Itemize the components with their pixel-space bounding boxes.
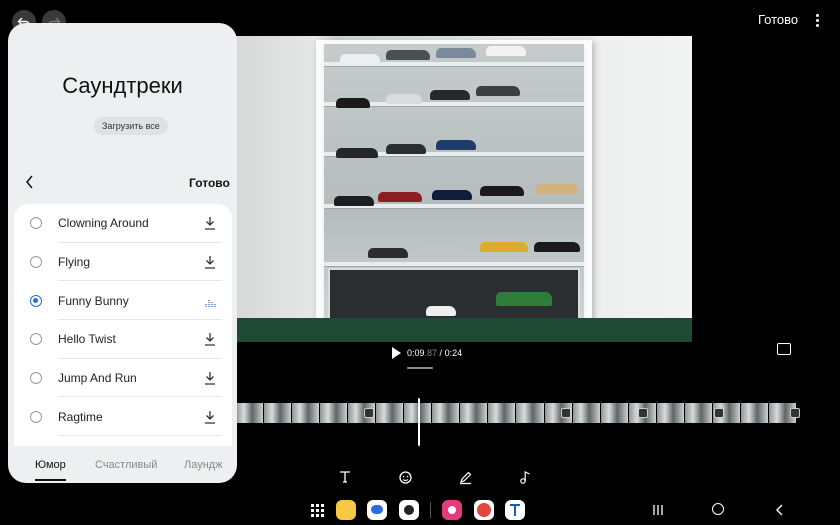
timeline-strip[interactable] [236, 403, 796, 423]
clip-seam-icon[interactable] [561, 408, 571, 418]
download-icon[interactable] [204, 371, 216, 385]
notes-app-icon[interactable] [336, 500, 356, 520]
track-name: Hello Twist [58, 332, 116, 347]
download-icon[interactable] [204, 255, 216, 269]
active-tab-indicator [35, 479, 66, 481]
tab-happy[interactable]: Счастливый [95, 459, 157, 471]
chevron-left-icon[interactable] [24, 175, 36, 189]
radio-button[interactable] [30, 333, 42, 346]
video-preview[interactable] [236, 36, 692, 342]
radio-button[interactable] [30, 217, 42, 230]
home-icon[interactable] [712, 503, 724, 515]
soundtracks-panel: Саундтреки Загрузить все Готово Clowning… [8, 23, 237, 483]
radio-button[interactable] [30, 256, 42, 269]
telegram-app-icon[interactable] [505, 500, 525, 520]
radio-button[interactable] [30, 410, 42, 423]
text-tool-icon[interactable] [336, 468, 354, 486]
scrub-handle[interactable] [407, 367, 433, 369]
track-name: Funny Bunny [58, 293, 129, 308]
track-name: Flying [58, 255, 91, 270]
sticker-tool-icon[interactable] [396, 468, 414, 486]
tab-lounge[interactable]: Лаундж [184, 459, 223, 471]
messages-app-icon[interactable] [367, 500, 387, 520]
play-icon[interactable] [392, 347, 401, 359]
camera-app-icon[interactable] [399, 500, 419, 520]
vivaldi-app-icon[interactable] [474, 500, 494, 520]
list-item[interactable]: Hello Twist [14, 320, 232, 359]
download-icon[interactable] [204, 216, 216, 230]
list-item[interactable]: Clowning Around [14, 204, 232, 243]
track-name: Clowning Around [58, 216, 149, 231]
clip-seam-icon[interactable] [714, 408, 724, 418]
draw-tool-icon[interactable] [456, 468, 474, 486]
done-button[interactable]: Готово [758, 12, 798, 27]
playback-controls: 0:09.87 / 0:24 [392, 346, 462, 360]
playback-time: 0:09.87 / 0:24 [407, 348, 463, 358]
download-icon[interactable] [204, 410, 216, 424]
panel-title: Саундтреки [62, 73, 183, 98]
clip-seam-icon[interactable] [638, 408, 648, 418]
list-item[interactable]: Funny Bunny [14, 281, 232, 321]
app-drawer-icon[interactable] [307, 500, 327, 520]
track-name: Jump And Run [58, 371, 137, 386]
download-all-button[interactable]: Загрузить все [94, 117, 168, 135]
panel-done-button[interactable]: Готово [189, 176, 230, 190]
audio-tool-icon[interactable] [516, 468, 534, 486]
radio-button-selected[interactable] [30, 294, 42, 307]
download-icon[interactable] [204, 332, 216, 347]
track-list: Clowning Around Flying Funny Bunny Hello… [14, 204, 232, 446]
list-item[interactable]: Flying [14, 243, 232, 282]
track-name: Ragtime [58, 409, 103, 424]
more-vertical-icon[interactable] [810, 10, 824, 30]
recents-icon[interactable] [652, 503, 664, 515]
equalizer-icon [205, 298, 216, 307]
category-tabs: Юмор Счастливый Лаундж [8, 453, 237, 481]
list-item[interactable]: Ragtime [14, 397, 232, 437]
tab-humor[interactable]: Юмор [35, 459, 66, 471]
gallery-app-icon[interactable] [442, 500, 462, 520]
list-item[interactable]: Jump And Run [14, 359, 232, 398]
radio-button[interactable] [30, 372, 42, 385]
fullscreen-icon[interactable] [777, 343, 791, 355]
clip-seam-icon[interactable] [364, 408, 374, 418]
playhead[interactable] [418, 398, 420, 446]
clip-seam-icon[interactable] [790, 408, 800, 418]
back-icon[interactable] [775, 503, 785, 516]
